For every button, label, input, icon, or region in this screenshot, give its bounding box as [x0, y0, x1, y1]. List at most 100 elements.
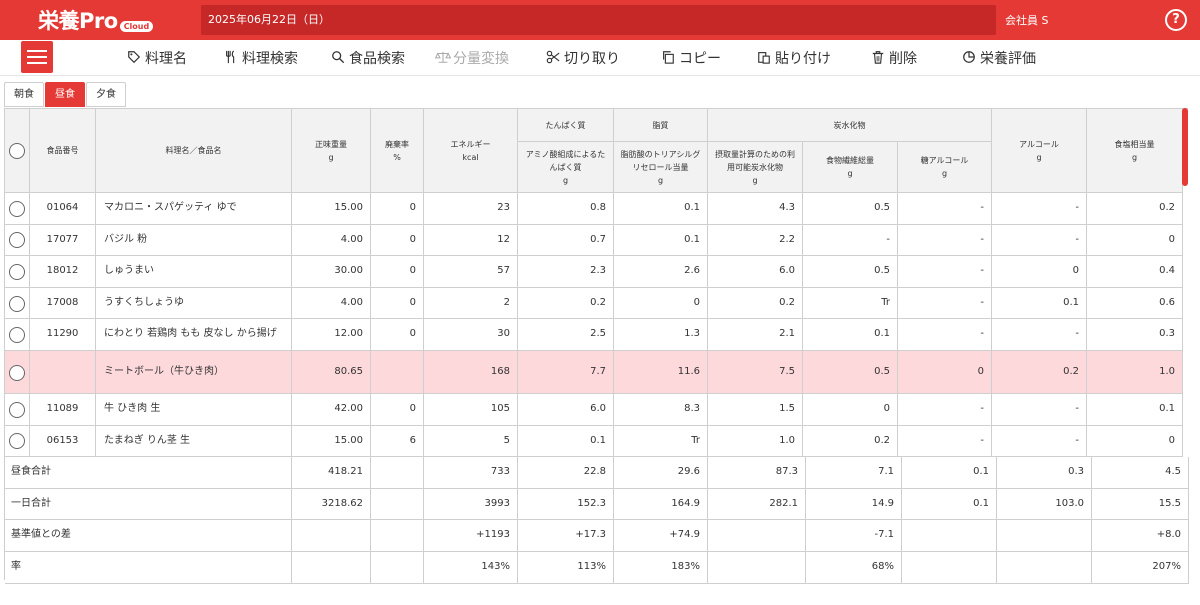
food-code[interactable]: [30, 351, 96, 394]
row-radio[interactable]: [9, 364, 25, 381]
value-carb[interactable]: 0.2: [708, 287, 803, 320]
value-protein[interactable]: 6.0: [518, 394, 614, 426]
row-radio[interactable]: [9, 200, 25, 217]
value-carb[interactable]: 1.0: [708, 425, 803, 458]
value-protein[interactable]: 0.1: [518, 425, 614, 458]
toolbar-button-7[interactable]: 貼り付け: [757, 48, 831, 68]
food-name[interactable]: バジル 粉: [96, 224, 292, 257]
select-all-cell[interactable]: [5, 109, 30, 193]
scrollbar-thumb[interactable]: [1182, 108, 1188, 186]
value-protein[interactable]: 0.7: [518, 224, 614, 257]
value-fat[interactable]: 0: [614, 287, 708, 320]
value-weight[interactable]: 42.00: [292, 394, 371, 426]
value-sugar_alc[interactable]: -: [898, 425, 992, 458]
food-name[interactable]: 牛 ひき肉 生: [96, 394, 292, 426]
value-salt[interactable]: 1.0: [1087, 351, 1183, 394]
select-all-radio[interactable]: [9, 143, 25, 159]
value-alcohol[interactable]: 0: [992, 256, 1087, 288]
value-weight[interactable]: 4.00: [292, 224, 371, 257]
food-name[interactable]: うすくちしょうゆ: [96, 287, 292, 320]
header-salt[interactable]: 食塩相当量 g: [1087, 109, 1183, 193]
toolbar-button-6[interactable]: コピー: [661, 48, 721, 68]
food-name[interactable]: ミートボール（牛ひき肉）: [96, 351, 292, 394]
header-name[interactable]: 料理名／食品名: [96, 109, 292, 193]
food-code[interactable]: 17077: [30, 224, 96, 257]
value-energy[interactable]: 23: [424, 193, 518, 225]
header-protein[interactable]: アミノ酸組成によるた んぱく質 g: [518, 142, 614, 193]
value-energy[interactable]: 2: [424, 287, 518, 320]
value-waste[interactable]: 0: [371, 394, 424, 426]
value-waste[interactable]: 0: [371, 224, 424, 257]
value-energy[interactable]: 5: [424, 425, 518, 458]
row-select-cell[interactable]: [5, 193, 30, 225]
value-carb[interactable]: 6.0: [708, 256, 803, 288]
value-fiber[interactable]: 0.5: [803, 256, 898, 288]
value-alcohol[interactable]: 0.2: [992, 351, 1087, 394]
value-waste[interactable]: 0: [371, 193, 424, 225]
value-energy[interactable]: 30: [424, 319, 518, 351]
toolbar-button-3[interactable]: 食品検索: [331, 48, 405, 68]
value-waste[interactable]: [371, 351, 424, 394]
value-salt[interactable]: 0.3: [1087, 319, 1183, 351]
value-carb[interactable]: 4.3: [708, 193, 803, 225]
toolbar-button-2[interactable]: 料理検索: [224, 48, 298, 68]
header-fat-group[interactable]: 脂質: [614, 109, 708, 142]
value-protein[interactable]: 2.3: [518, 256, 614, 288]
food-code[interactable]: 11089: [30, 394, 96, 426]
value-waste[interactable]: 0: [371, 287, 424, 320]
header-weight[interactable]: 正味重量 g: [292, 109, 371, 193]
value-salt[interactable]: 0: [1087, 224, 1183, 257]
row-select-cell[interactable]: [5, 224, 30, 257]
row-select-cell[interactable]: [5, 319, 30, 351]
value-carb[interactable]: 2.1: [708, 319, 803, 351]
value-alcohol[interactable]: -: [992, 224, 1087, 257]
value-waste[interactable]: 0: [371, 256, 424, 288]
value-weight[interactable]: 30.00: [292, 256, 371, 288]
header-carb-available[interactable]: 摂取量計算のための利 用可能炭水化物 g: [708, 142, 803, 193]
value-sugar_alc[interactable]: -: [898, 319, 992, 351]
value-fat[interactable]: Tr: [614, 425, 708, 458]
hamburger-menu-button[interactable]: [21, 41, 53, 73]
food-name[interactable]: にわとり 若鶏肉 もも 皮なし から揚げ: [96, 319, 292, 351]
row-radio[interactable]: [9, 263, 25, 280]
value-weight[interactable]: 4.00: [292, 287, 371, 320]
value-weight[interactable]: 12.00: [292, 319, 371, 351]
row-select-cell[interactable]: [5, 425, 30, 458]
toolbar-button-1[interactable]: 料理名: [127, 48, 187, 68]
value-protein[interactable]: 2.5: [518, 319, 614, 351]
value-protein[interactable]: 7.7: [518, 351, 614, 394]
value-energy[interactable]: 168: [424, 351, 518, 394]
food-code[interactable]: 17008: [30, 287, 96, 320]
value-fat[interactable]: 8.3: [614, 394, 708, 426]
value-energy[interactable]: 57: [424, 256, 518, 288]
row-radio[interactable]: [9, 433, 25, 450]
value-carb[interactable]: 1.5: [708, 394, 803, 426]
value-fiber[interactable]: -: [803, 224, 898, 257]
header-waste[interactable]: 廃棄率%: [371, 109, 424, 193]
value-salt[interactable]: 0.4: [1087, 256, 1183, 288]
value-sugar_alc[interactable]: 0: [898, 351, 992, 394]
value-weight[interactable]: 80.65: [292, 351, 371, 394]
value-fiber[interactable]: Tr: [803, 287, 898, 320]
toolbar-button-8[interactable]: 削除: [871, 48, 917, 68]
value-salt[interactable]: 0.6: [1087, 287, 1183, 320]
value-carb[interactable]: 2.2: [708, 224, 803, 257]
value-sugar_alc[interactable]: -: [898, 394, 992, 426]
value-fiber[interactable]: 0.1: [803, 319, 898, 351]
row-radio[interactable]: [9, 327, 25, 344]
food-name[interactable]: マカロニ・スパゲッティ ゆで: [96, 193, 292, 225]
food-code[interactable]: 11290: [30, 319, 96, 351]
header-code[interactable]: 食品番号: [30, 109, 96, 193]
value-fat[interactable]: 2.6: [614, 256, 708, 288]
header-fat[interactable]: 脂肪酸のトリアシルグ リセロール当量 g: [614, 142, 708, 193]
value-fiber[interactable]: 0.5: [803, 351, 898, 394]
value-sugar_alc[interactable]: -: [898, 256, 992, 288]
value-sugar_alc[interactable]: -: [898, 287, 992, 320]
value-protein[interactable]: 0.2: [518, 287, 614, 320]
value-fat[interactable]: 0.1: [614, 193, 708, 225]
value-salt[interactable]: 0: [1087, 425, 1183, 458]
value-energy[interactable]: 105: [424, 394, 518, 426]
toolbar-button-9[interactable]: 栄養評価: [962, 48, 1036, 68]
value-energy[interactable]: 12: [424, 224, 518, 257]
app-logo[interactable]: 栄養Pro Cloud: [38, 6, 154, 34]
